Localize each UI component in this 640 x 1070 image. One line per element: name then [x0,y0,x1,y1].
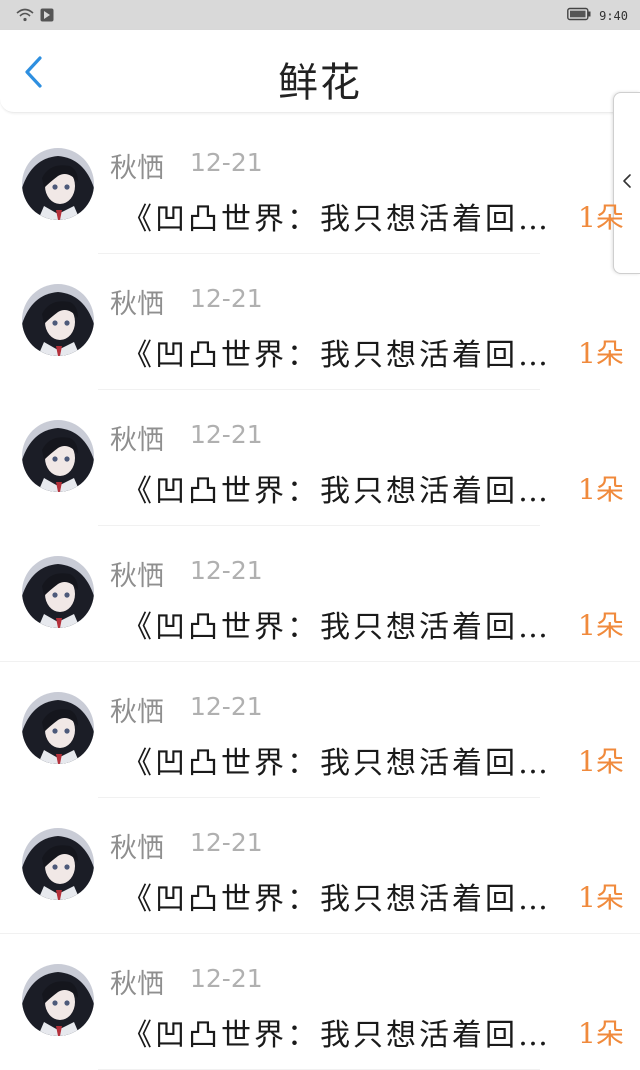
flower-count: 1朵 [578,1017,624,1050]
record-date: 12-21 [190,556,263,585]
avatar[interactable] [22,828,94,900]
user-name: 秋恓 [110,425,164,456]
flower-count: 1朵 [578,337,624,370]
user-name: 秋恓 [110,289,164,320]
status-bar: 9:40 [0,0,640,30]
list-item[interactable]: 秋恓 12-21 《凹凸世界：我只想活着回… 1朵 [0,390,640,526]
list-item[interactable]: 秋恓 12-21 《凹凸世界：我只想活着回… 1朵 [0,662,640,798]
app-header: 鲜花 [0,30,640,113]
book-title[interactable]: 《凹凸世界：我只想活着回… [122,738,562,782]
book-title[interactable]: 《凹凸世界：我只想活着回… [122,874,562,918]
flower-count: 1朵 [578,201,624,234]
book-title[interactable]: 《凹凸世界：我只想活着回… [122,330,562,374]
avatar[interactable] [22,556,94,628]
list-item[interactable]: 秋恓 12-21 《凹凸世界：我只想活着回… 1朵 [0,934,640,1070]
record-date: 12-21 [190,420,263,449]
status-right: 9:40 [567,6,628,25]
avatar[interactable] [22,148,94,220]
wifi-icon [16,7,34,26]
list-item[interactable]: 秋恓 12-21 《凹凸世界：我只想活着回… 1朵 [0,254,640,390]
list-item[interactable]: 秋恓 12-21 《凹凸世界：我只想活着回… 1朵 [0,798,640,934]
flower-record-list: 秋恓 12-21 《凹凸世界：我只想活着回… 1朵 秋恓 12-21 《凹凸世界… [0,118,640,1070]
book-title[interactable]: 《凹凸世界：我只想活着回… [122,466,562,510]
avatar[interactable] [22,420,94,492]
flower-count: 1朵 [578,745,624,778]
flower-count: 1朵 [578,473,624,506]
record-date: 12-21 [190,284,263,313]
status-left [16,7,54,26]
user-name: 秋恓 [110,969,164,1000]
avatar[interactable] [22,284,94,356]
list-item[interactable]: 秋恓 12-21 《凹凸世界：我只想活着回… 1朵 [0,118,640,254]
record-date: 12-21 [190,692,263,721]
record-date: 12-21 [190,828,263,857]
book-title[interactable]: 《凹凸世界：我只想活着回… [122,194,562,238]
user-name: 秋恓 [110,833,164,864]
clock: 9:40 [599,8,628,23]
record-date: 12-21 [190,148,263,177]
flower-count: 1朵 [578,609,624,642]
book-title[interactable]: 《凹凸世界：我只想活着回… [122,602,562,646]
record-date: 12-21 [190,964,263,993]
notification-icon [40,7,54,26]
book-title[interactable]: 《凹凸世界：我只想活着回… [122,1010,562,1054]
flower-count: 1朵 [578,881,624,914]
avatar[interactable] [22,964,94,1036]
user-name: 秋恓 [110,561,164,592]
user-name: 秋恓 [110,153,164,184]
user-name: 秋恓 [110,697,164,728]
page-title: 鲜花 [278,60,362,106]
list-item[interactable]: 秋恓 12-21 《凹凸世界：我只想活着回… 1朵 [0,526,640,662]
battery-icon [567,6,591,25]
avatar[interactable] [22,692,94,764]
